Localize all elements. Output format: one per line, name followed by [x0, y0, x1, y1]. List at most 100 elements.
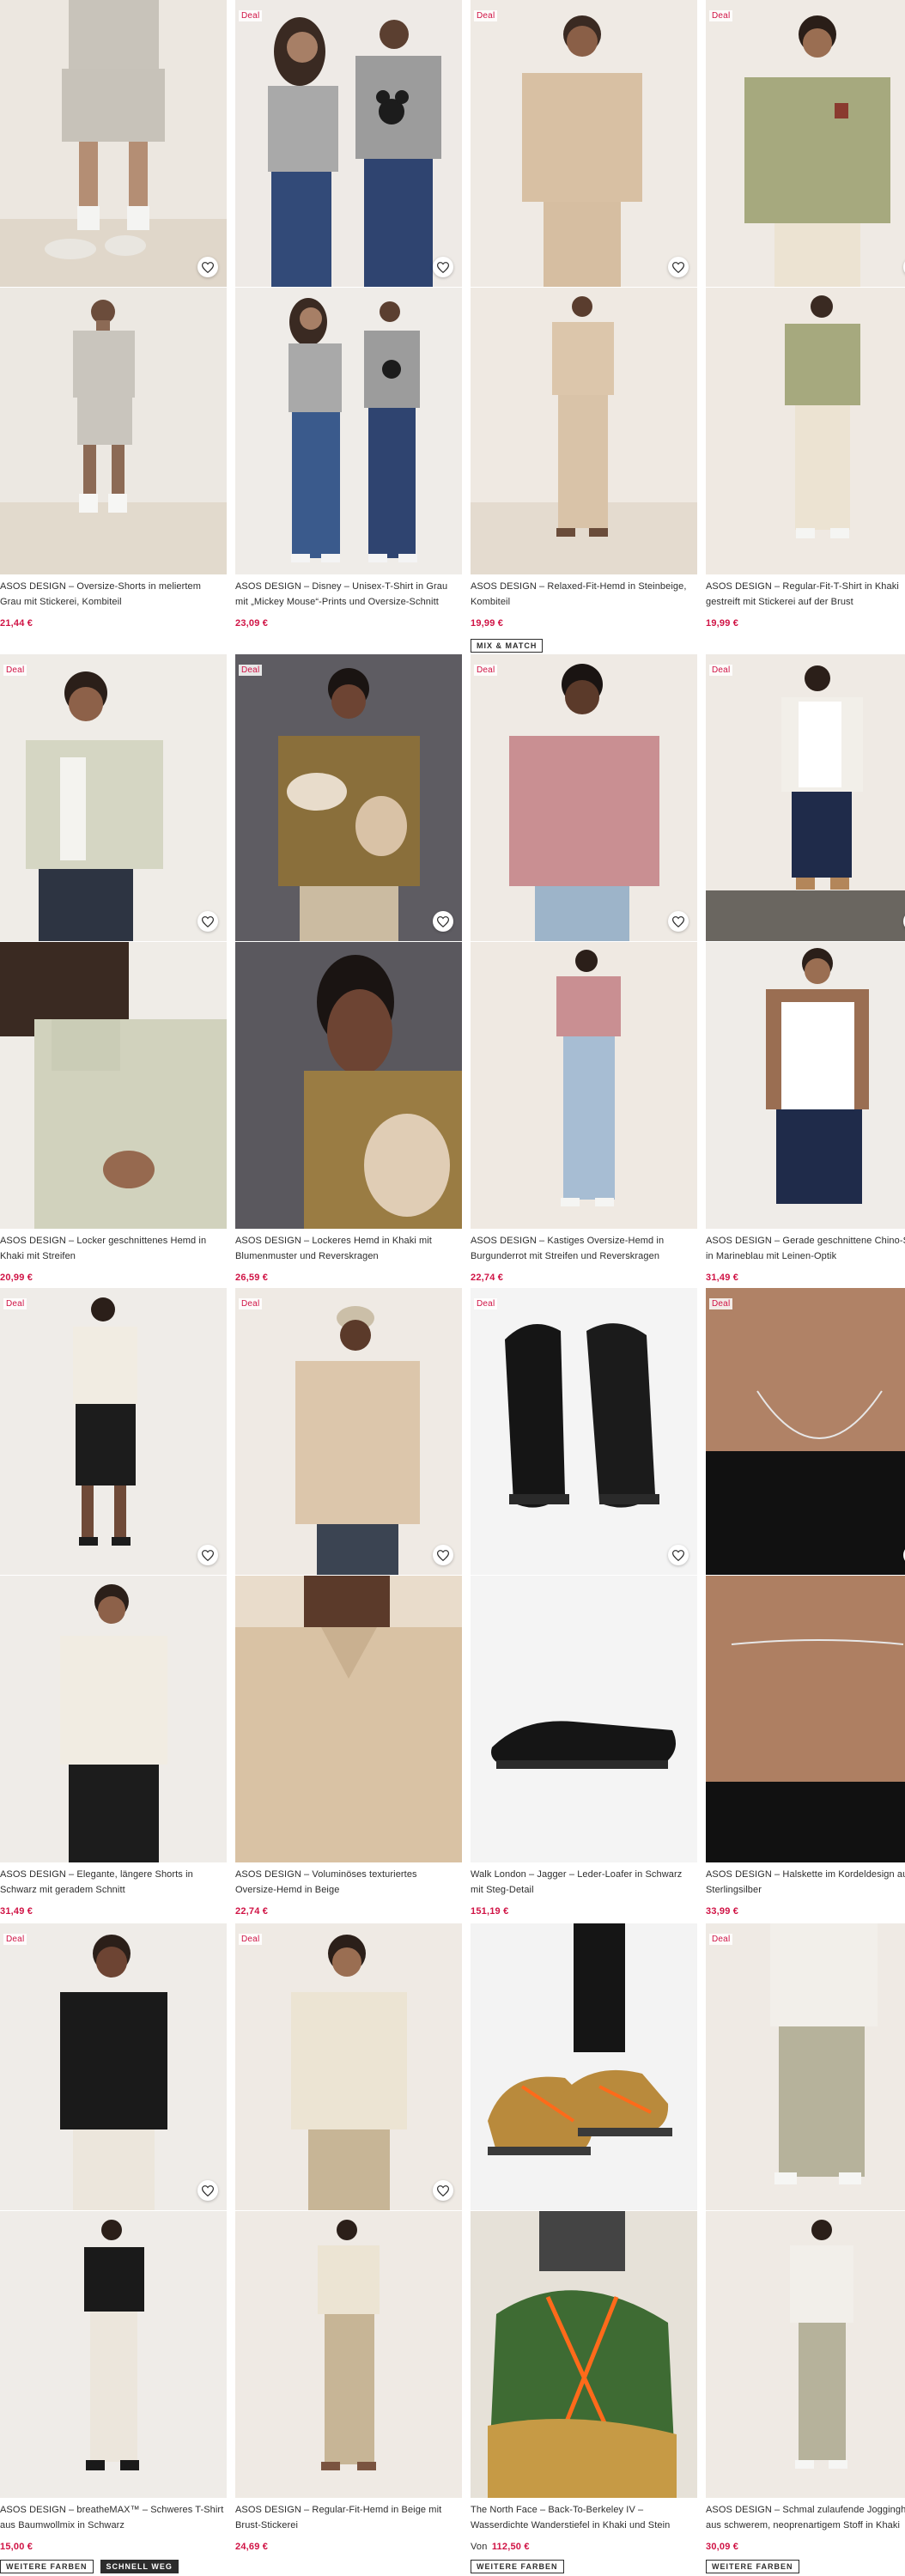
product-image-alt[interactable] [706, 288, 905, 574]
product-image-alt[interactable] [471, 1576, 697, 1862]
deal-badge: Deal [709, 10, 733, 21]
deal-badge: Deal [239, 10, 263, 21]
heart-icon[interactable] [668, 257, 689, 277]
price-from-label: Von [471, 2542, 488, 2552]
product-title[interactable]: ASOS DESIGN – Disney – Unisex-T-Shirt in… [235, 579, 460, 610]
product-image-alt[interactable] [0, 2211, 227, 2498]
deal-badge: Deal [3, 1934, 27, 1945]
product-card[interactable]: Deal Walk London – Jagger – Leder-Loafer… [471, 1288, 697, 1923]
product-title[interactable]: ASOS DESIGN – Relaxed-Fit-Hemd in Steinb… [471, 579, 695, 610]
deal-badge: Deal [239, 1934, 263, 1945]
product-price: 31,49 € [706, 1273, 739, 1283]
product-tags: WEITERE FARBEN SCHNELL WEG [0, 2560, 179, 2573]
product-image-alt[interactable] [235, 942, 462, 1229]
product-card[interactable]: Deal ASOS DESIGN – Relaxed-Fit-Hemd in S… [471, 0, 697, 653]
heart-icon[interactable] [668, 1545, 689, 1565]
product-image-alt[interactable] [235, 2211, 462, 2498]
deal-badge: Deal [239, 665, 263, 676]
product-price: 33,99 € [706, 1906, 739, 1917]
product-image-alt[interactable] [0, 942, 227, 1229]
product-card[interactable]: Deal ASOS DESIGN – Disney – Unisex-T-Shi… [235, 0, 462, 653]
product-image-alt[interactable] [706, 942, 905, 1229]
product-image-alt[interactable] [0, 1576, 227, 1862]
product-image-main[interactable] [706, 1923, 905, 2210]
product-card[interactable]: Deal ASOS DESIGN – Oversize-Shorts in me… [0, 0, 227, 653]
heart-icon[interactable] [668, 911, 689, 932]
product-image-main[interactable] [471, 1288, 697, 1575]
product-title[interactable]: ASOS DESIGN – Schmal zulaufende Joggingh… [706, 2502, 905, 2533]
mix-and-match-tag: MIX & MATCH [471, 639, 544, 653]
product-image-main[interactable] [471, 0, 697, 287]
product-price: 19,99 € [706, 618, 739, 629]
product-image-alt[interactable] [471, 288, 697, 574]
product-title[interactable]: ASOS DESIGN – Regular-Fit-Hemd in Beige … [235, 2502, 460, 2533]
product-title[interactable]: ASOS DESIGN – breatheMAX™ – Schweres T-S… [0, 2502, 225, 2533]
deal-badge: Deal [3, 665, 27, 676]
product-image-main[interactable] [235, 1288, 462, 1575]
heart-icon[interactable] [197, 1545, 218, 1565]
product-image-alt[interactable] [471, 2211, 697, 2498]
product-card[interactable]: Deal ASOS DESIGN – breatheMAX™ – Schwere… [0, 1923, 227, 2576]
product-price: 24,69 € [235, 2542, 269, 2552]
product-title[interactable]: ASOS DESIGN – Elegante, längere Shorts i… [0, 1867, 225, 1898]
product-image-main[interactable] [235, 1923, 462, 2210]
more-colours-tag: WEITERE FARBEN [706, 2560, 799, 2573]
more-colours-tag: WEITERE FARBEN [471, 2560, 564, 2573]
product-title[interactable]: ASOS DESIGN – Kastiges Oversize-Hemd in … [471, 1233, 695, 1264]
heart-icon[interactable] [433, 257, 453, 277]
product-card[interactable]: Deal ASOS DESIGN – Gerade geschnittene C… [706, 654, 905, 1290]
product-price: 19,99 € [471, 618, 504, 629]
product-title[interactable]: ASOS DESIGN – Lockeres Hemd in Khaki mit… [235, 1233, 460, 1264]
product-image-main[interactable] [706, 1288, 905, 1575]
heart-icon[interactable] [197, 2180, 218, 2201]
product-image-main[interactable] [0, 654, 227, 941]
product-card[interactable]: Deal ASOS DESIGN – Lockeres Hemd in Khak… [235, 654, 462, 1290]
product-card[interactable]: Deal ASOS DESIGN – Locker geschnittenes … [0, 654, 227, 1290]
product-title[interactable]: ASOS DESIGN – Regular-Fit-T-Shirt in Kha… [706, 579, 905, 610]
product-price: 31,49 € [0, 1906, 33, 1917]
product-card[interactable]: Deal ASOS DESIGN – Schmal zulaufende Jog… [706, 1923, 905, 2576]
product-title[interactable]: ASOS DESIGN – Halskette im Kordeldesign … [706, 1867, 905, 1898]
product-tags: WEITERE FARBEN [706, 2560, 799, 2573]
product-image-main[interactable] [0, 0, 227, 287]
product-price: Von 112,50 € [471, 2542, 530, 2552]
product-title[interactable]: ASOS DESIGN – Voluminöses texturiertes O… [235, 1867, 460, 1898]
heart-icon[interactable] [433, 1545, 453, 1565]
product-image-main[interactable] [0, 1288, 227, 1575]
product-image-alt[interactable] [235, 288, 462, 574]
product-image-main[interactable] [471, 654, 697, 941]
product-image-alt[interactable] [706, 2211, 905, 2498]
product-price: 30,09 € [706, 2542, 739, 2552]
product-image-main[interactable] [706, 0, 905, 287]
product-image-main[interactable] [471, 1923, 697, 2210]
heart-icon[interactable] [433, 911, 453, 932]
product-card[interactable]: Deal ASOS DESIGN – Regular-Fit-Hemd in B… [235, 1923, 462, 2576]
product-image-main[interactable] [0, 1923, 227, 2210]
product-image-main[interactable] [235, 654, 462, 941]
product-title[interactable]: The North Face – Back-To-Berkeley IV – W… [471, 2502, 695, 2533]
product-price: 20,99 € [0, 1273, 33, 1283]
deal-badge: Deal [474, 10, 498, 21]
product-tags: WEITERE FARBEN [471, 2560, 564, 2573]
product-title[interactable]: ASOS DESIGN – Gerade geschnittene Chino-… [706, 1233, 905, 1264]
product-card[interactable]: Deal ASOS DESIGN – Halskette im Kordelde… [706, 1288, 905, 1923]
product-card[interactable]: The North Face – Back-To-Berkeley IV – W… [471, 1923, 697, 2576]
product-image-main[interactable] [235, 0, 462, 287]
product-image-alt[interactable] [471, 942, 697, 1229]
product-title[interactable]: ASOS DESIGN – Locker geschnittenes Hemd … [0, 1233, 225, 1264]
product-image-alt[interactable] [0, 288, 227, 574]
product-image-main[interactable] [706, 654, 905, 941]
product-title[interactable]: Walk London – Jagger – Leder-Loafer in S… [471, 1867, 695, 1898]
product-title[interactable]: ASOS DESIGN – Oversize-Shorts in meliert… [0, 579, 225, 610]
product-image-alt[interactable] [235, 1576, 462, 1862]
heart-icon[interactable] [197, 911, 218, 932]
product-card[interactable]: Deal ASOS DESIGN – Elegante, längere Sho… [0, 1288, 227, 1923]
product-card[interactable]: Deal ASOS DESIGN – Kastiges Oversize-Hem… [471, 654, 697, 1290]
product-price: 23,09 € [235, 618, 269, 629]
product-card[interactable]: Deal ASOS DESIGN – Voluminöses texturier… [235, 1288, 462, 1923]
heart-icon[interactable] [433, 2180, 453, 2201]
heart-icon[interactable] [197, 257, 218, 277]
product-price: 15,00 € [0, 2542, 33, 2552]
product-card[interactable]: Deal ASOS DESIGN – Regular-Fit-T-Shirt i… [706, 0, 905, 653]
product-image-alt[interactable] [706, 1576, 905, 1862]
